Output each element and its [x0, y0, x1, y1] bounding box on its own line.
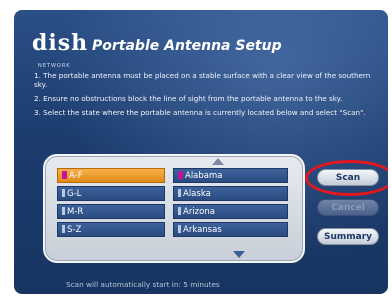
range-label: S-Z — [67, 225, 82, 235]
item-marker-icon — [62, 225, 65, 233]
range-label: A-F — [69, 171, 83, 181]
scan-highlight-ring — [305, 160, 388, 196]
scroll-up-icon[interactable] — [212, 158, 224, 165]
instruction-1: 1. The portable antenna must be placed o… — [34, 71, 371, 89]
item-marker-icon — [178, 171, 183, 179]
tv-screen: dish NETWORK Portable Antenna Setup 1. T… — [14, 10, 388, 294]
range-item-m-r[interactable]: M-R — [57, 204, 165, 219]
state-item-arkansas[interactable]: Arkansas — [173, 222, 288, 237]
scan-countdown-text: Scan will automatically start in: 5 minu… — [66, 280, 220, 289]
state-item-alaska[interactable]: Alaska — [173, 186, 288, 201]
range-item-s-z[interactable]: S-Z — [57, 222, 165, 237]
item-marker-icon — [178, 189, 181, 197]
state-label: Arizona — [183, 207, 215, 217]
state-label: Alaska — [183, 189, 211, 199]
range-item-a-f[interactable]: A-F — [57, 168, 165, 183]
dish-logo: dish NETWORK — [32, 30, 88, 69]
item-marker-icon — [178, 225, 181, 233]
instruction-2: 2. Ensure no obstructions block the line… — [34, 94, 343, 103]
range-label: M-R — [67, 207, 84, 217]
cancel-button[interactable]: Cancel — [317, 199, 379, 216]
instructions: 1. The portable antenna must be placed o… — [34, 71, 374, 122]
summary-button[interactable]: Summary — [317, 228, 379, 245]
state-item-alabama[interactable]: Alabama — [173, 168, 288, 183]
item-marker-icon — [62, 189, 65, 197]
state-label: Alabama — [185, 171, 223, 181]
state-label: Arkansas — [183, 225, 222, 235]
range-item-g-l[interactable]: G-L — [57, 186, 165, 201]
range-label: G-L — [67, 189, 82, 199]
page-title: Portable Antenna Setup — [92, 38, 282, 54]
item-marker-icon — [62, 171, 67, 179]
scroll-down-icon[interactable] — [233, 251, 245, 258]
item-marker-icon — [62, 207, 65, 215]
instruction-3: 3. Select the state where the portable a… — [34, 108, 366, 117]
state-item-arizona[interactable]: Arizona — [173, 204, 288, 219]
item-marker-icon — [178, 207, 181, 215]
